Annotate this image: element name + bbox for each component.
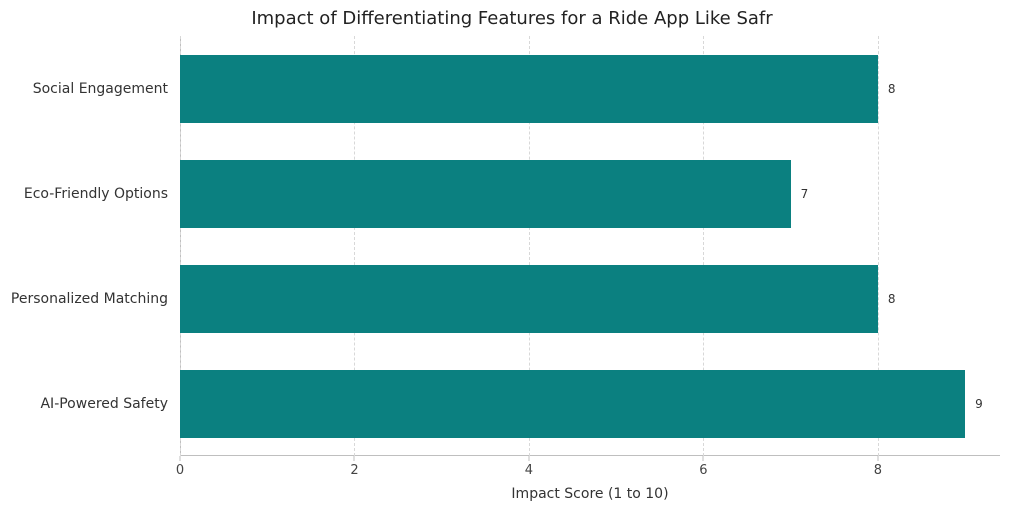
y-tick-label: AI-Powered Safety [0,396,168,412]
bar [180,160,791,228]
bar-value-label: 7 [801,187,809,201]
x-tick-label: 2 [350,463,358,478]
chart-title: Impact of Differentiating Features for a… [0,8,1024,29]
bar [180,55,878,123]
bar [180,370,965,438]
x-tick-mark [528,456,529,461]
y-tick-label: Personalized Matching [0,291,168,307]
x-tick-label: 4 [525,463,533,478]
x-tick-label: 8 [874,463,882,478]
bar-value-label: 8 [888,82,896,96]
plot-area: 0 2 4 6 8 Impact Score (1 to 10) 8 7 8 9 [180,36,1000,456]
y-tick-label: Social Engagement [0,81,168,97]
x-tick-label: 0 [176,463,184,478]
chart-container: Impact of Differentiating Features for a… [0,0,1024,512]
x-tick-label: 6 [699,463,707,478]
bar [180,265,878,333]
bar-value-label: 8 [888,292,896,306]
x-tick-mark [180,456,181,461]
y-tick-label: Eco-Friendly Options [0,186,168,202]
x-axis-label: Impact Score (1 to 10) [180,486,1000,502]
x-tick-mark [703,456,704,461]
bar-value-label: 9 [975,397,983,411]
x-tick-mark [354,456,355,461]
x-tick-mark [877,456,878,461]
